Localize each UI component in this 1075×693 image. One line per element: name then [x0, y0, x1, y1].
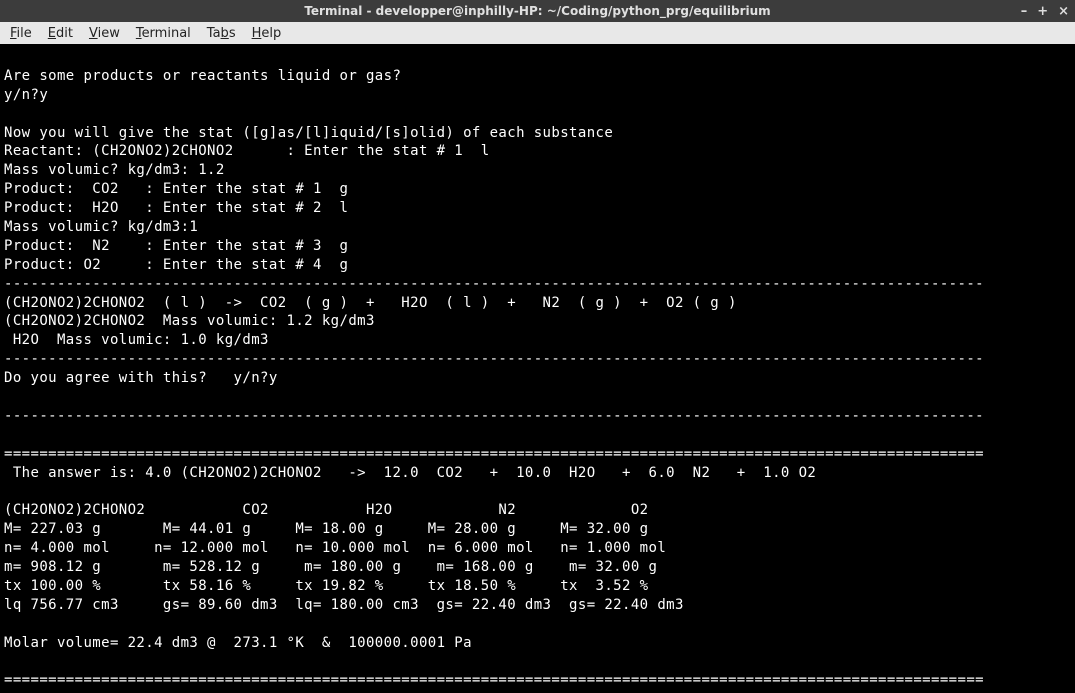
window-maximize-button[interactable]: + [1037, 4, 1048, 19]
terminal-line: Product: N2 : Enter the stat # 3 g [4, 238, 348, 254]
terminal-line: lq 756.77 cm3 gs= 89.60 dm3 lq= 180.00 c… [4, 597, 684, 613]
terminal-line: (CH2ONO2)2CHONO2 Mass volumic: 1.2 kg/dm… [4, 313, 375, 329]
terminal-line: ========================================… [4, 446, 984, 462]
menu-edit[interactable]: Edit [48, 26, 73, 41]
menu-help[interactable]: Help [252, 26, 282, 41]
terminal-line: Now you will give the stat ([g]as/[l]iqu… [4, 125, 613, 141]
terminal-line: Product: H2O : Enter the stat # 2 l [4, 200, 348, 216]
menu-file[interactable]: File [10, 26, 32, 41]
menubar: File Edit View Terminal Tabs Help [0, 22, 1075, 44]
terminal-line: (CH2ONO2)2CHONO2 CO2 H2O N2 O2 [4, 502, 649, 518]
terminal-line: tx 100.00 % tx 58.16 % tx 19.82 % tx 18.… [4, 578, 649, 594]
terminal-line: Mass volumic? kg/dm3:1 [4, 219, 198, 235]
terminal-line: Do you agree with this? y/n?y [4, 370, 278, 386]
terminal-line: (CH2ONO2)2CHONO2 ( l ) -> CO2 ( g ) + H2… [4, 295, 737, 311]
menu-view[interactable]: View [89, 26, 120, 41]
window-titlebar: Terminal - developper@inphilly-HP: ~/Cod… [0, 0, 1075, 22]
terminal-line: n= 4.000 mol n= 12.000 mol n= 10.000 mol… [4, 540, 666, 556]
window-title: Terminal - developper@inphilly-HP: ~/Cod… [304, 4, 770, 18]
window-minimize-button[interactable]: – [1021, 4, 1028, 19]
window-close-button[interactable]: × [1058, 4, 1069, 19]
terminal-line: m= 908.12 g m= 528.12 g m= 180.00 g m= 1… [4, 559, 657, 575]
terminal-line: Mass volumic? kg/dm3: 1.2 [4, 162, 225, 178]
terminal-line: Product: CO2 : Enter the stat # 1 g [4, 181, 348, 197]
menu-terminal[interactable]: Terminal [136, 26, 191, 41]
terminal-line: Reactant: (CH2ONO2)2CHONO2 : Enter the s… [4, 143, 490, 159]
window-controls: – + × [1021, 0, 1069, 22]
terminal-line: ----------------------------------------… [4, 408, 984, 424]
terminal-line: ----------------------------------------… [4, 351, 984, 367]
terminal-line: Are some products or reactants liquid or… [4, 68, 401, 84]
terminal-line: y/n?y [4, 87, 48, 103]
terminal-line: Molar volume= 22.4 dm3 @ 273.1 °K & 1000… [4, 635, 472, 651]
menu-tabs[interactable]: Tabs [207, 26, 236, 41]
terminal-line: Product: O2 : Enter the stat # 4 g [4, 257, 348, 273]
terminal-output[interactable]: Are some products or reactants liquid or… [0, 44, 1075, 693]
terminal-line: ========================================… [4, 672, 984, 688]
terminal-line: The answer is: 4.0 (CH2ONO2)2CHONO2 -> 1… [4, 465, 816, 481]
terminal-line: ----------------------------------------… [4, 276, 984, 292]
terminal-line: M= 227.03 g M= 44.01 g M= 18.00 g M= 28.… [4, 521, 649, 537]
terminal-line: H2O Mass volumic: 1.0 kg/dm3 [4, 332, 269, 348]
